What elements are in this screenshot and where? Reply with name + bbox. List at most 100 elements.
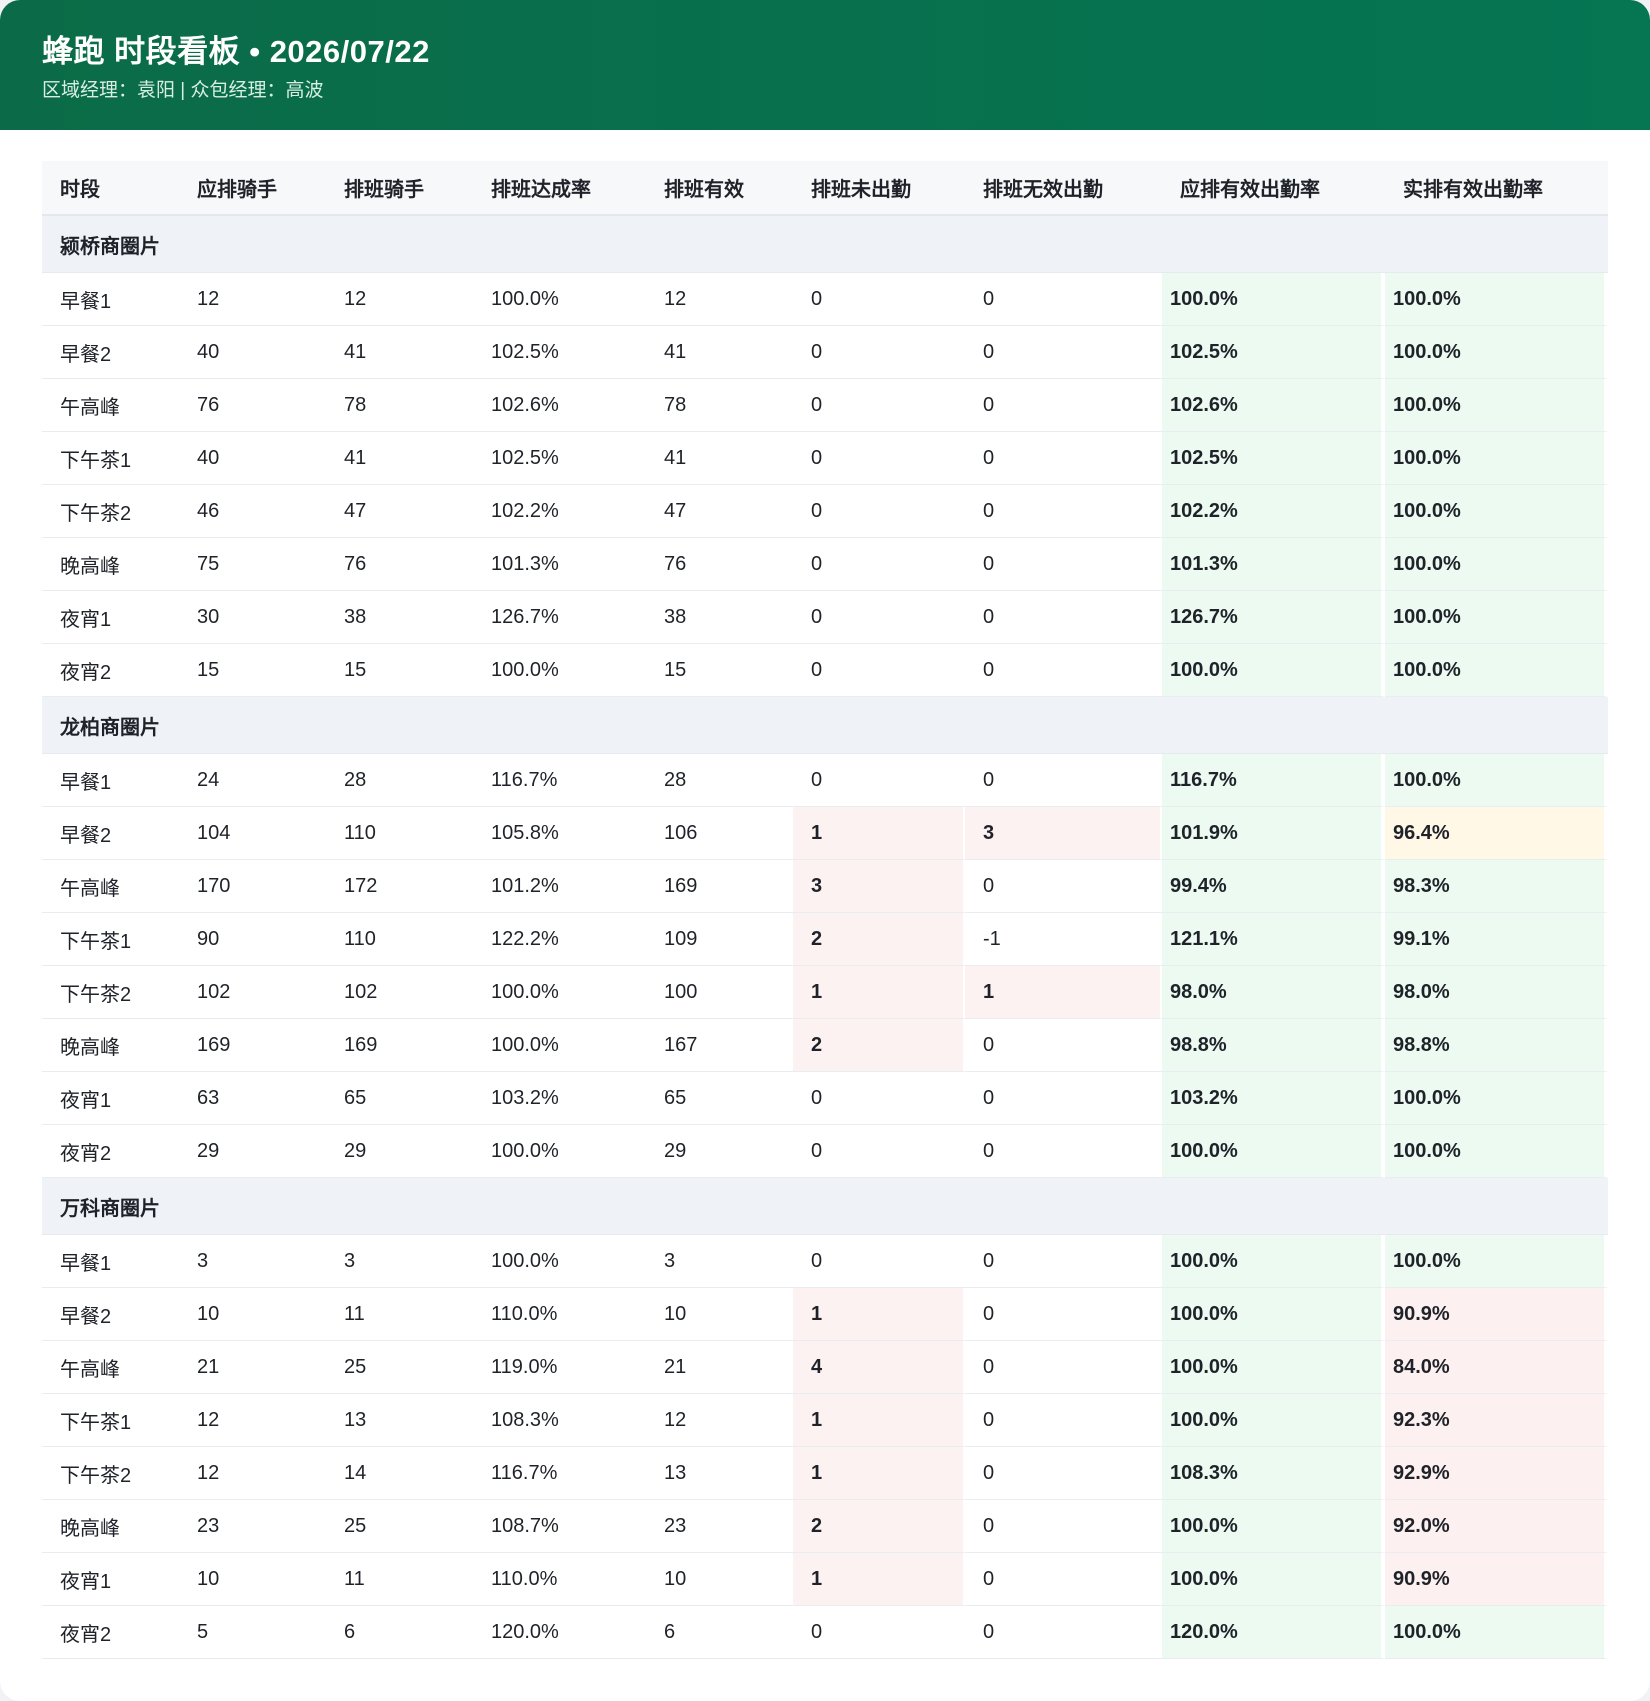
cell-actual-rate: 90.9% xyxy=(1385,1553,1608,1606)
cell-slot: 早餐2 xyxy=(42,807,179,860)
cell-absent: 1 xyxy=(793,966,965,1019)
table-row[interactable]: 午高峰 170 172 101.2% 169 3 0 99.4% 98.3% xyxy=(42,860,1608,913)
page-subtitle: 区域经理：袁阳 | 众包经理：高波 xyxy=(42,80,324,101)
cell-planned: 10 xyxy=(179,1288,326,1341)
cell-scheduled: 13 xyxy=(326,1394,473,1447)
cell-absent: 0 xyxy=(793,1606,965,1659)
table-row[interactable]: 下午茶2 46 47 102.2% 47 0 0 102.2% 100.0% xyxy=(42,485,1608,538)
cell-scheduled: 102 xyxy=(326,966,473,1019)
cell-absent: 1 xyxy=(793,807,965,860)
cell-sched-rate: 102.2% xyxy=(473,485,646,538)
cell-valid: 41 xyxy=(646,432,793,485)
col-header-absent[interactable]: 排班未出勤 xyxy=(793,161,965,216)
cell-scheduled: 25 xyxy=(326,1500,473,1553)
cell-planned: 24 xyxy=(179,754,326,807)
group-header-row: 万科商圈片 xyxy=(42,1178,1608,1235)
cell-absent: 4 xyxy=(793,1341,965,1394)
cell-planned: 40 xyxy=(179,432,326,485)
cell-actual-rate: 98.8% xyxy=(1385,1019,1608,1072)
cell-absent: 0 xyxy=(793,1072,965,1125)
table-header: 时段 应排骑手 排班骑手 排班达成率 排班有效 排班未出勤 排班无效出勤 应排有… xyxy=(42,161,1608,216)
cell-slot: 晚高峰 xyxy=(42,1500,179,1553)
table-row[interactable]: 早餐1 24 28 116.7% 28 0 0 116.7% 100.0% xyxy=(42,754,1608,807)
cell-valid: 100 xyxy=(646,966,793,1019)
cell-slot: 早餐1 xyxy=(42,273,179,326)
table-row[interactable]: 夜宵2 29 29 100.0% 29 0 0 100.0% 100.0% xyxy=(42,1125,1608,1178)
table-row[interactable]: 午高峰 76 78 102.6% 78 0 0 102.6% 100.0% xyxy=(42,379,1608,432)
col-header-scheduled[interactable]: 排班骑手 xyxy=(326,161,473,216)
cell-planned: 10 xyxy=(179,1553,326,1606)
cell-sched-rate: 108.7% xyxy=(473,1500,646,1553)
cell-plan-rate: 100.0% xyxy=(1162,1500,1385,1553)
table-row[interactable]: 早餐1 3 3 100.0% 3 0 0 100.0% 100.0% xyxy=(42,1235,1608,1288)
cell-invalid: 0 xyxy=(965,860,1162,913)
col-header-plan-rate[interactable]: 应排有效出勤率 xyxy=(1162,161,1385,216)
cell-scheduled: 169 xyxy=(326,1019,473,1072)
cell-scheduled: 15 xyxy=(326,644,473,697)
cell-scheduled: 25 xyxy=(326,1341,473,1394)
cell-sched-rate: 101.3% xyxy=(473,538,646,591)
col-header-actual-rate[interactable]: 实排有效出勤率 xyxy=(1385,161,1608,216)
cell-actual-rate: 84.0% xyxy=(1385,1341,1608,1394)
table-row[interactable]: 晚高峰 23 25 108.7% 23 2 0 100.0% 92.0% xyxy=(42,1500,1608,1553)
table-row[interactable]: 午高峰 21 25 119.0% 21 4 0 100.0% 84.0% xyxy=(42,1341,1608,1394)
cell-actual-rate: 100.0% xyxy=(1385,1125,1608,1178)
cell-sched-rate: 100.0% xyxy=(473,644,646,697)
col-header-invalid[interactable]: 排班无效出勤 xyxy=(965,161,1162,216)
cell-sched-rate: 101.2% xyxy=(473,860,646,913)
table-row[interactable]: 晚高峰 75 76 101.3% 76 0 0 101.3% 100.0% xyxy=(42,538,1608,591)
cell-sched-rate: 100.0% xyxy=(473,1235,646,1288)
cell-slot: 下午茶2 xyxy=(42,966,179,1019)
cell-scheduled: 14 xyxy=(326,1447,473,1500)
cell-plan-rate: 98.8% xyxy=(1162,1019,1385,1072)
cell-absent: 0 xyxy=(793,644,965,697)
table-row[interactable]: 下午茶2 102 102 100.0% 100 1 1 98.0% 98.0% xyxy=(42,966,1608,1019)
cell-planned: 15 xyxy=(179,644,326,697)
cell-actual-rate: 96.4% xyxy=(1385,807,1608,860)
table-row[interactable]: 早餐2 10 11 110.0% 10 1 0 100.0% 90.9% xyxy=(42,1288,1608,1341)
cell-absent: 0 xyxy=(793,754,965,807)
cell-absent: 1 xyxy=(793,1447,965,1500)
table-row[interactable]: 下午茶2 12 14 116.7% 13 1 0 108.3% 92.9% xyxy=(42,1447,1608,1500)
cell-planned: 46 xyxy=(179,485,326,538)
cell-sched-rate: 100.0% xyxy=(473,1019,646,1072)
table-row[interactable]: 晚高峰 169 169 100.0% 167 2 0 98.8% 98.8% xyxy=(42,1019,1608,1072)
table-row[interactable]: 下午茶1 40 41 102.5% 41 0 0 102.5% 100.0% xyxy=(42,432,1608,485)
cell-scheduled: 41 xyxy=(326,432,473,485)
cell-actual-rate: 100.0% xyxy=(1385,326,1608,379)
col-header-slot[interactable]: 时段 xyxy=(42,161,179,216)
cell-valid: 15 xyxy=(646,644,793,697)
cell-absent: 0 xyxy=(793,273,965,326)
table-row[interactable]: 夜宵2 15 15 100.0% 15 0 0 100.0% 100.0% xyxy=(42,644,1608,697)
cell-actual-rate: 92.0% xyxy=(1385,1500,1608,1553)
table-row[interactable]: 夜宵1 10 11 110.0% 10 1 0 100.0% 90.9% xyxy=(42,1553,1608,1606)
cell-slot: 午高峰 xyxy=(42,1341,179,1394)
cell-plan-rate: 100.0% xyxy=(1162,1394,1385,1447)
cell-planned: 12 xyxy=(179,1394,326,1447)
cell-actual-rate: 92.9% xyxy=(1385,1447,1608,1500)
cell-slot: 夜宵1 xyxy=(42,1072,179,1125)
cell-invalid: 0 xyxy=(965,1394,1162,1447)
cell-invalid: 0 xyxy=(965,538,1162,591)
cell-planned: 76 xyxy=(179,379,326,432)
table-row[interactable]: 下午茶1 12 13 108.3% 12 1 0 100.0% 92.3% xyxy=(42,1394,1608,1447)
table-row[interactable]: 下午茶1 90 110 122.2% 109 2 -1 121.1% 99.1% xyxy=(42,913,1608,966)
col-header-sched-rate[interactable]: 排班达成率 xyxy=(473,161,646,216)
cell-invalid: -1 xyxy=(965,913,1162,966)
col-header-valid[interactable]: 排班有效 xyxy=(646,161,793,216)
cell-invalid: 0 xyxy=(965,1553,1162,1606)
cell-valid: 167 xyxy=(646,1019,793,1072)
cell-sched-rate: 105.8% xyxy=(473,807,646,860)
table-row[interactable]: 早餐1 12 12 100.0% 12 0 0 100.0% 100.0% xyxy=(42,273,1608,326)
table-row[interactable]: 夜宵2 5 6 120.0% 6 0 0 120.0% 100.0% xyxy=(42,1606,1608,1659)
cell-planned: 104 xyxy=(179,807,326,860)
table-row[interactable]: 早餐2 40 41 102.5% 41 0 0 102.5% 100.0% xyxy=(42,326,1608,379)
cell-slot: 早餐1 xyxy=(42,754,179,807)
cell-sched-rate: 100.0% xyxy=(473,1125,646,1178)
cell-valid: 76 xyxy=(646,538,793,591)
table-row[interactable]: 夜宵1 63 65 103.2% 65 0 0 103.2% 100.0% xyxy=(42,1072,1608,1125)
cell-plan-rate: 102.5% xyxy=(1162,326,1385,379)
table-row[interactable]: 夜宵1 30 38 126.7% 38 0 0 126.7% 100.0% xyxy=(42,591,1608,644)
col-header-planned[interactable]: 应排骑手 xyxy=(179,161,326,216)
table-row[interactable]: 早餐2 104 110 105.8% 106 1 3 101.9% 96.4% xyxy=(42,807,1608,860)
